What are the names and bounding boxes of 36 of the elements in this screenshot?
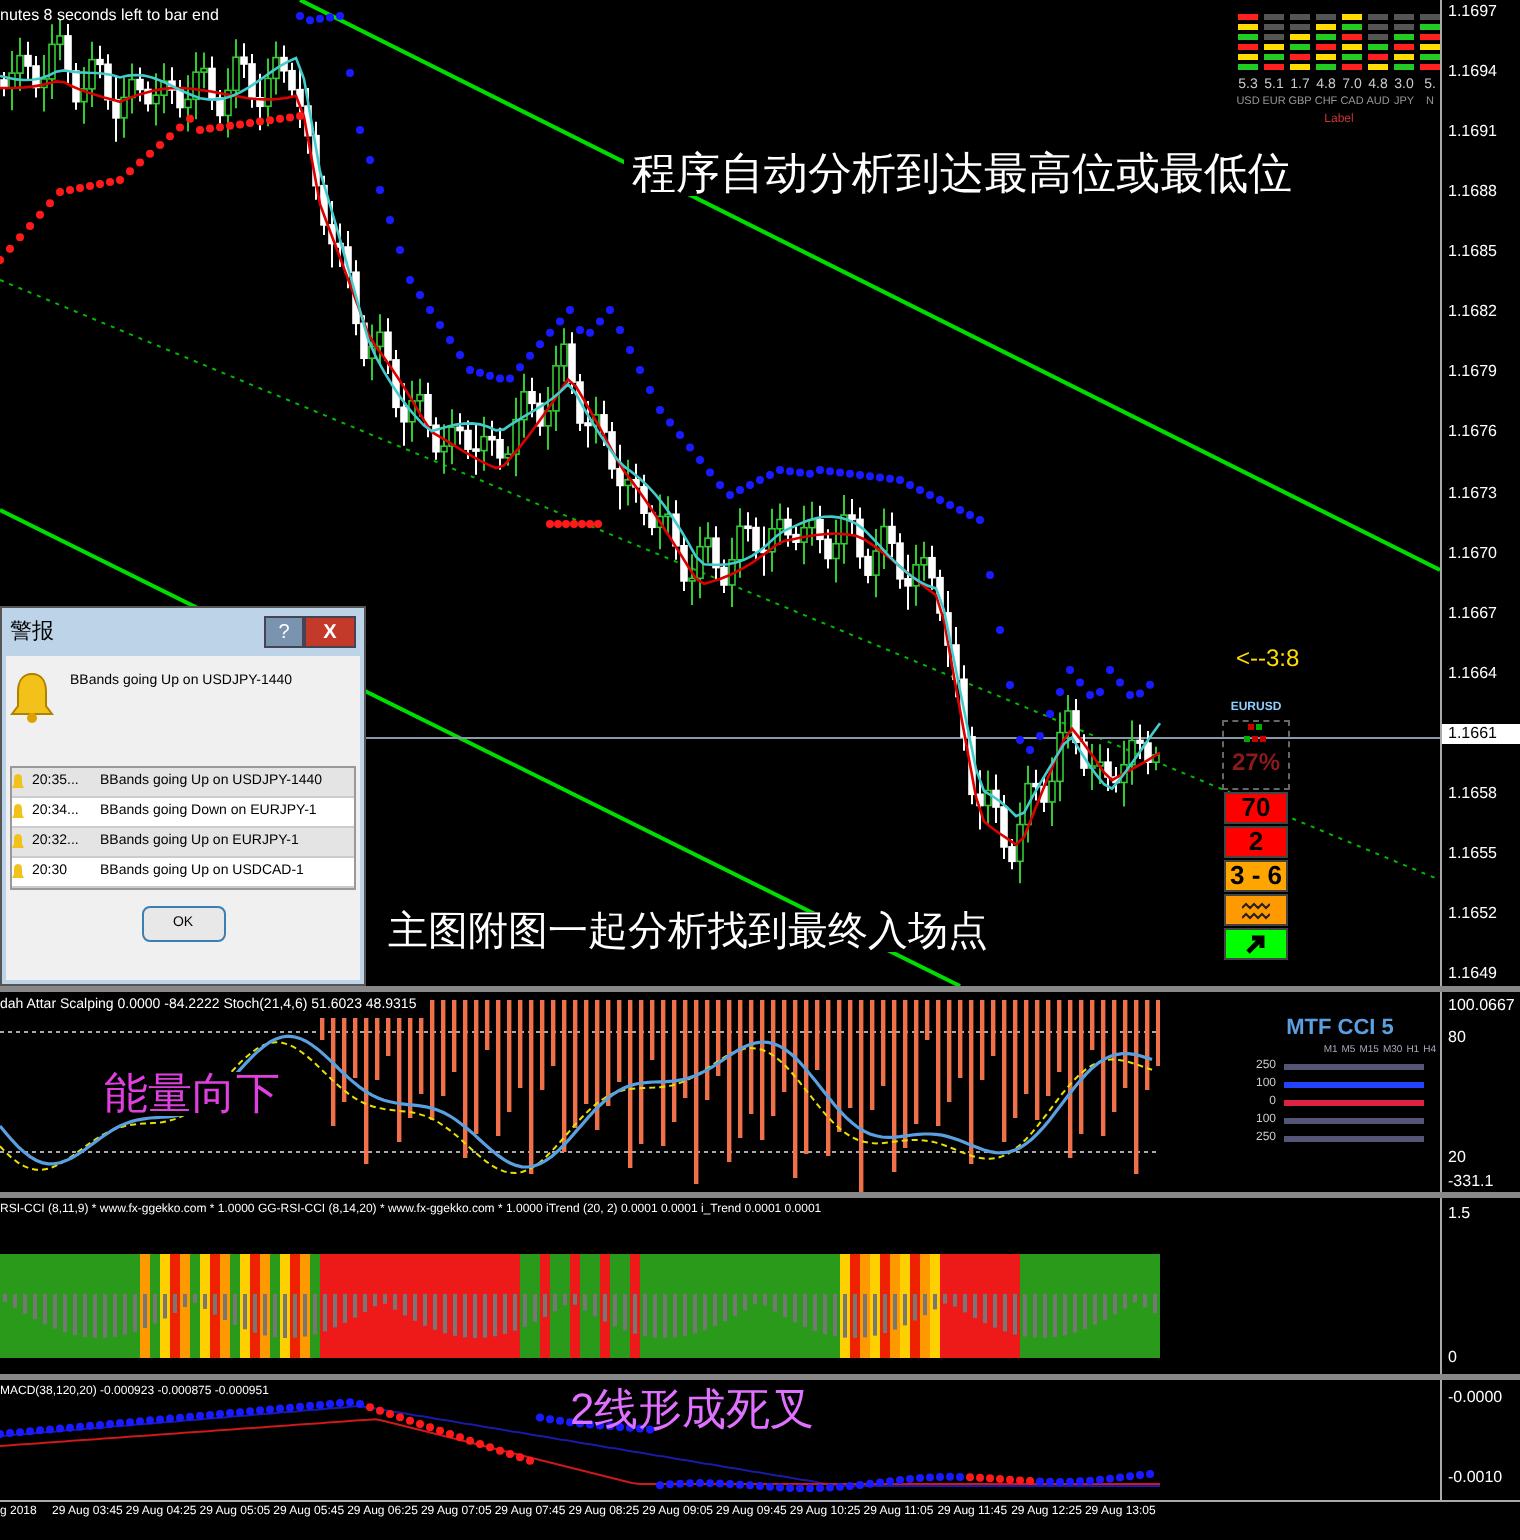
price-label: 1.1685 [1446,242,1499,263]
price-label: 1.1676 [1446,422,1499,443]
axis-label: -0.0010 [1448,1468,1503,1486]
price-label: 1.1667 [1446,603,1499,624]
countdown-text: nutes 8 seconds left to bar end [0,4,219,28]
price-label: 1.1649 [1446,964,1499,984]
price-label: 1.1652 [1446,903,1499,924]
axis-label: 100.0667 [1448,996,1515,1014]
price-label: 1.1664 [1446,663,1499,684]
axis-label: 80 [1448,1028,1466,1046]
signal-value: 70 [1224,792,1288,824]
signal-value: 3 - 6 [1224,860,1288,892]
dialog-title: 警报 [10,617,54,648]
pointer-label: <--3:8 [1236,642,1300,676]
axis-label: 1.5 [1448,1204,1471,1222]
axis-label: -0.0000 [1448,1388,1503,1406]
annotation-text: 能量向下 [104,1072,280,1116]
axis-label: 20 [1448,1148,1466,1166]
price-label: 1.1670 [1446,543,1499,564]
price-label: 1.1697 [1446,2,1499,22]
price-label: 1.1679 [1446,362,1499,383]
percent-value: 27% [1231,746,1281,778]
price-label: 1.1655 [1446,843,1499,864]
signal-value: 2 [1224,826,1288,858]
price-label: 1.1673 [1446,483,1499,503]
price-label: 1.1688 [1446,182,1499,203]
close-button[interactable]: X [304,616,356,648]
panel-title: MTF CCI 5 [1286,1016,1394,1042]
price-label: 1.1691 [1446,122,1499,143]
axis-label: -331.1 [1448,1172,1494,1190]
price-label: 1.1682 [1446,302,1499,323]
price-label: 1.1658 [1446,783,1499,804]
annotation-text: 2线形成死叉 [570,1388,815,1432]
price-label: 1.1661 [1442,723,1520,744]
price-label: 1.1694 [1446,62,1499,83]
axis-label: 0 [1448,1348,1457,1366]
